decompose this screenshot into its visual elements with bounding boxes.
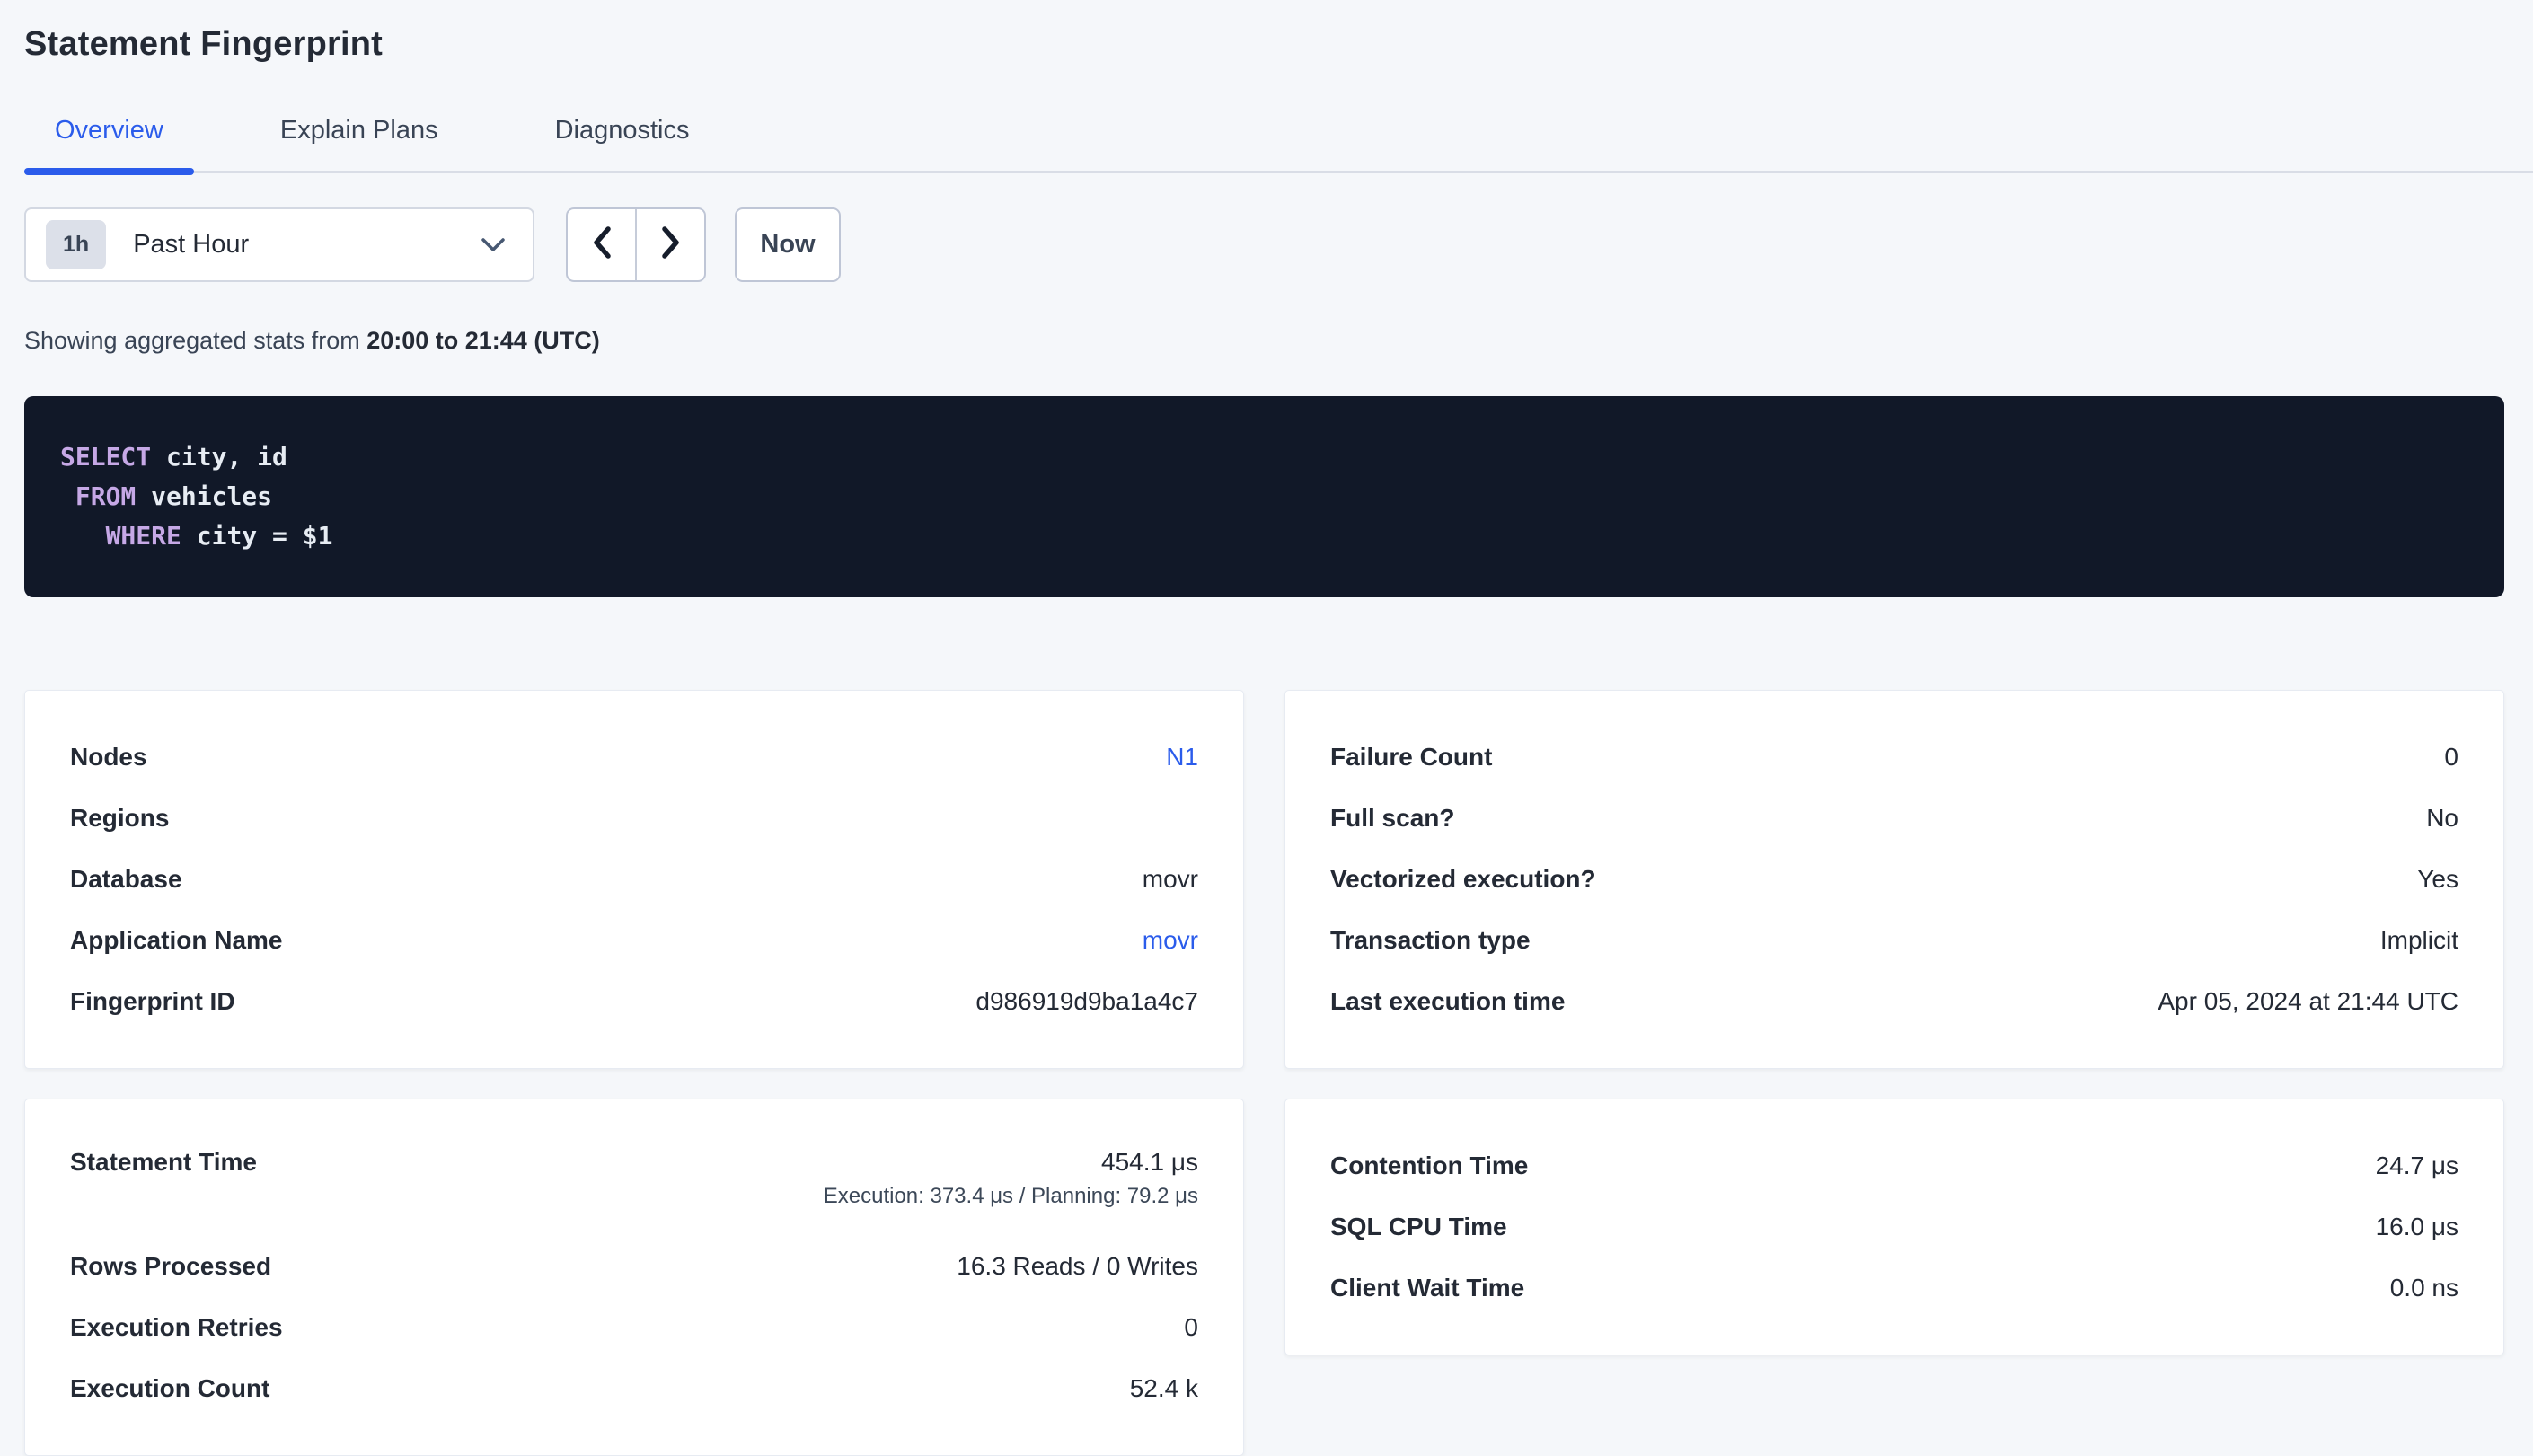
table-row: Contention Time 24.7 μs xyxy=(1330,1135,2458,1196)
table-row: Last execution time Apr 05, 2024 at 21:4… xyxy=(1330,971,2458,1032)
time-range-pager xyxy=(566,207,706,282)
table-row: Transaction type Implicit xyxy=(1330,910,2458,971)
row-value: 16.3 Reads / 0 Writes xyxy=(957,1252,1198,1281)
statement-times-card: Statement Time 454.1 μs Execution: 373.4… xyxy=(24,1099,1244,1456)
row-value: 24.7 μs xyxy=(2376,1152,2458,1180)
last-execution-time-value: Apr 05, 2024 at 21:44 UTC xyxy=(2158,987,2458,1016)
sql-statement-box: SELECT city, id FROM vehicles WHERE city… xyxy=(24,396,2504,597)
aggregated-stats-line: Showing aggregated stats from 20:00 to 2… xyxy=(24,327,2533,355)
row-label: Database xyxy=(70,865,182,894)
table-row: Vectorized execution? Yes xyxy=(1330,849,2458,910)
row-value: 0 xyxy=(1184,1313,1198,1342)
row-label: Full scan? xyxy=(1330,804,1454,833)
time-range-label: Past Hour xyxy=(133,230,249,260)
table-row: Nodes N1 xyxy=(70,727,1198,788)
row-label: Transaction type xyxy=(1330,926,1531,955)
sql-line: FROM vehicles xyxy=(60,477,2468,516)
sql-keyword: SELECT xyxy=(60,442,151,472)
table-row: Failure Count 0 xyxy=(1330,727,2458,788)
sql-keyword: FROM xyxy=(75,481,136,511)
row-label: Client Wait Time xyxy=(1330,1274,1524,1302)
row-label: Fingerprint ID xyxy=(70,987,235,1016)
page-title: Statement Fingerprint xyxy=(24,0,2533,64)
row-label: Execution Count xyxy=(70,1374,269,1403)
table-row: Client Wait Time 0.0 ns xyxy=(1330,1257,2458,1319)
row-value: No xyxy=(2426,804,2458,833)
time-range-badge: 1h xyxy=(46,220,106,269)
statement-time-breakdown: Execution: 373.4 μs / Planning: 79.2 μs xyxy=(824,1184,1198,1209)
row-label: Rows Processed xyxy=(70,1252,271,1281)
row-label: Execution Retries xyxy=(70,1313,283,1342)
tab-diagnostics[interactable]: Diagnostics xyxy=(525,116,720,171)
sql-keyword: WHERE xyxy=(106,521,181,551)
sql-line: SELECT city, id xyxy=(60,437,2468,477)
aggregated-stats-prefix: Showing aggregated stats from xyxy=(24,327,366,354)
time-selector-row: 1h Past Hour Now xyxy=(24,207,2533,282)
row-value: Yes xyxy=(2417,865,2458,894)
aggregated-stats-range: 20:00 to 21:44 (UTC) xyxy=(366,327,600,354)
tabbar: Overview Explain Plans Diagnostics xyxy=(24,116,2533,173)
table-row: SQL CPU Time 16.0 μs xyxy=(1330,1196,2458,1257)
tab-explain-plans[interactable]: Explain Plans xyxy=(250,116,469,171)
table-row: Statement Time 454.1 μs Execution: 373.4… xyxy=(70,1135,1198,1236)
row-value: 0.0 ns xyxy=(2390,1274,2458,1302)
table-row: Database movr xyxy=(70,849,1198,910)
table-row: Full scan? No xyxy=(1330,788,2458,849)
chevron-right-icon xyxy=(660,225,682,264)
chevron-down-icon xyxy=(481,237,506,253)
table-row: Execution Count 52.4 k xyxy=(70,1358,1198,1419)
table-row: Regions xyxy=(70,788,1198,849)
fingerprint-id-value: d986919d9ba1a4c7 xyxy=(975,987,1198,1016)
now-button[interactable]: Now xyxy=(735,207,841,282)
next-interval-button[interactable] xyxy=(637,209,704,280)
statement-time-value-stack: 454.1 μs Execution: 373.4 μs / Planning:… xyxy=(824,1148,1198,1209)
row-value: movr xyxy=(1143,865,1198,894)
chevron-left-icon xyxy=(591,225,613,264)
application-name-link[interactable]: movr xyxy=(1143,926,1198,955)
nodes-link[interactable]: N1 xyxy=(1166,743,1198,772)
table-row: Rows Processed 16.3 Reads / 0 Writes xyxy=(70,1236,1198,1297)
row-value: 454.1 μs xyxy=(1101,1148,1198,1177)
table-row: Application Name movr xyxy=(70,910,1198,971)
wait-times-card: Contention Time 24.7 μs SQL CPU Time 16.… xyxy=(1284,1099,2504,1355)
table-row: Execution Retries 0 xyxy=(70,1297,1198,1358)
execution-attributes-card: Failure Count 0 Full scan? No Vectorized… xyxy=(1284,690,2504,1069)
row-label: Contention Time xyxy=(1330,1152,1528,1180)
statement-details-card: Nodes N1 Regions Database movr Applicati… xyxy=(24,690,1244,1069)
time-range-dropdown[interactable]: 1h Past Hour xyxy=(24,207,534,282)
row-value: 0 xyxy=(2444,743,2458,772)
previous-interval-button[interactable] xyxy=(568,209,637,280)
row-label: Failure Count xyxy=(1330,743,1492,772)
tab-overview[interactable]: Overview xyxy=(24,116,194,171)
row-label: Nodes xyxy=(70,743,147,772)
row-label: Application Name xyxy=(70,926,282,955)
row-label: SQL CPU Time xyxy=(1330,1213,1507,1241)
row-label: Last execution time xyxy=(1330,987,1565,1016)
row-value: Implicit xyxy=(2380,926,2458,955)
row-label: Regions xyxy=(70,804,169,833)
row-label: Vectorized execution? xyxy=(1330,865,1596,894)
row-label: Statement Time xyxy=(70,1148,257,1177)
row-value: 52.4 k xyxy=(1130,1374,1198,1403)
sql-line: WHERE city = $1 xyxy=(60,516,2468,556)
summary-cards-grid: Nodes N1 Regions Database movr Applicati… xyxy=(24,690,2504,1456)
statement-fingerprint-page: Statement Fingerprint Overview Explain P… xyxy=(0,0,2533,1456)
table-row: Fingerprint ID d986919d9ba1a4c7 xyxy=(70,971,1198,1032)
row-value: 16.0 μs xyxy=(2376,1213,2458,1241)
